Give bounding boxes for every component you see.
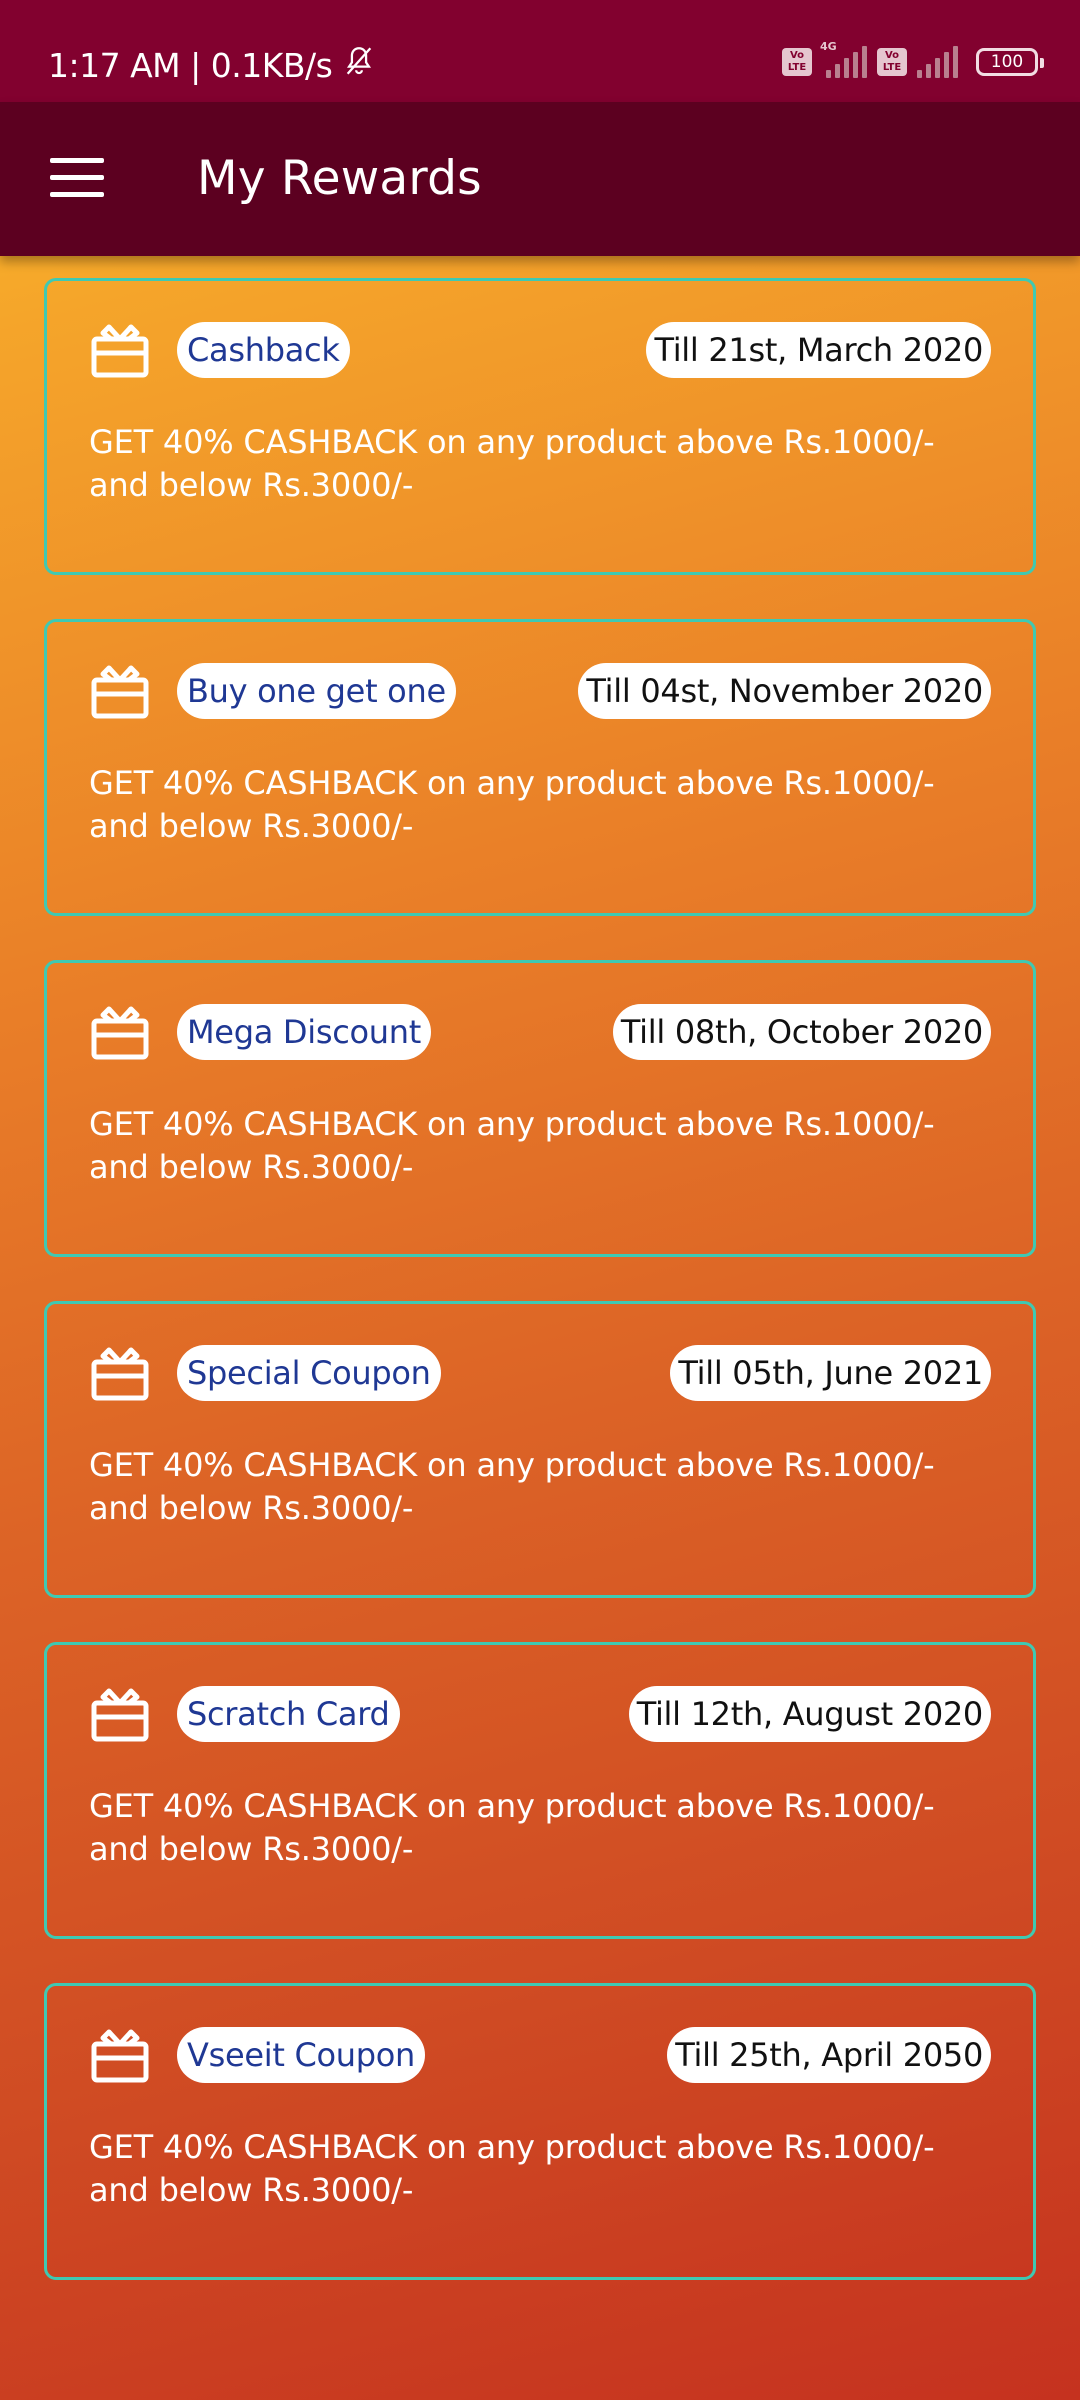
reward-description: GET 40% CASHBACK on any product above Rs… [89,1105,935,1186]
gift-card-icon [91,665,149,719]
battery-icon: 100 [976,48,1044,76]
status-right: Vo LTE 4G Vo LTE 100 [782,40,1044,78]
status-speed: 0.1KB/s [210,45,333,85]
reward-date: Till 08th, October 2020 [612,1004,991,1060]
reward-name: Special Coupon [177,1345,441,1401]
status-left: 1:17 AM | 0.1KB/s [48,44,376,87]
app-bar: My Rewards [0,102,1080,256]
reward-date: Till 05th, June 2021 [670,1345,991,1401]
battery-level: 100 [990,52,1024,72]
reward-name: Scratch Card [177,1686,400,1742]
network-tag: 4G [820,40,837,53]
gift-card-icon [91,1347,149,1401]
reward-card[interactable]: Scratch Card Till 12th, August 2020 GET … [44,1642,1036,1939]
bell-off-icon [342,44,376,87]
reward-description: GET 40% CASHBACK on any product above Rs… [89,423,935,504]
volte-icon: Vo LTE [877,48,907,76]
reward-name: Mega Discount [177,1004,431,1060]
reward-card[interactable]: Vseeit Coupon Till 25th, April 2050 GET … [44,1983,1036,2280]
gift-card-icon [91,1006,149,1060]
reward-description: GET 40% CASHBACK on any product above Rs… [89,1446,935,1527]
gift-card-icon [91,324,149,378]
signal-icon: 4G [820,40,867,78]
reward-description: GET 40% CASHBACK on any product above Rs… [89,764,935,845]
reward-date: Till 25th, April 2050 [667,2027,991,2083]
reward-description: GET 40% CASHBACK on any product above Rs… [89,1787,935,1868]
reward-description: GET 40% CASHBACK on any product above Rs… [89,2128,935,2209]
reward-date: Till 12th, August 2020 [628,1686,991,1742]
gift-card-icon [91,2029,149,2083]
signal-icon [917,46,958,78]
volte-icon: Vo LTE [782,48,812,76]
reward-name: Vseeit Coupon [177,2027,426,2083]
status-time: 1:17 AM [48,45,181,85]
gift-card-icon [91,1688,149,1742]
reward-card[interactable]: Buy one get one Till 04st, November 2020… [44,619,1036,916]
page-title: My Rewards [197,151,482,206]
reward-name: Cashback [177,322,350,378]
reward-card[interactable]: Mega Discount Till 08th, October 2020 GE… [44,960,1036,1257]
reward-card[interactable]: Special Coupon Till 05th, June 2021 GET … [44,1301,1036,1598]
reward-name: Buy one get one [177,663,456,719]
reward-date: Till 04st, November 2020 [578,663,991,719]
hamburger-menu-icon[interactable] [50,158,104,198]
status-bar: 1:17 AM | 0.1KB/s Vo LTE 4G Vo LTE 100 [0,0,1080,102]
reward-date: Till 21st, March 2020 [646,322,991,378]
status-separator: | [190,45,201,85]
reward-card[interactable]: Cashback Till 21st, March 2020 GET 40% C… [44,278,1036,575]
